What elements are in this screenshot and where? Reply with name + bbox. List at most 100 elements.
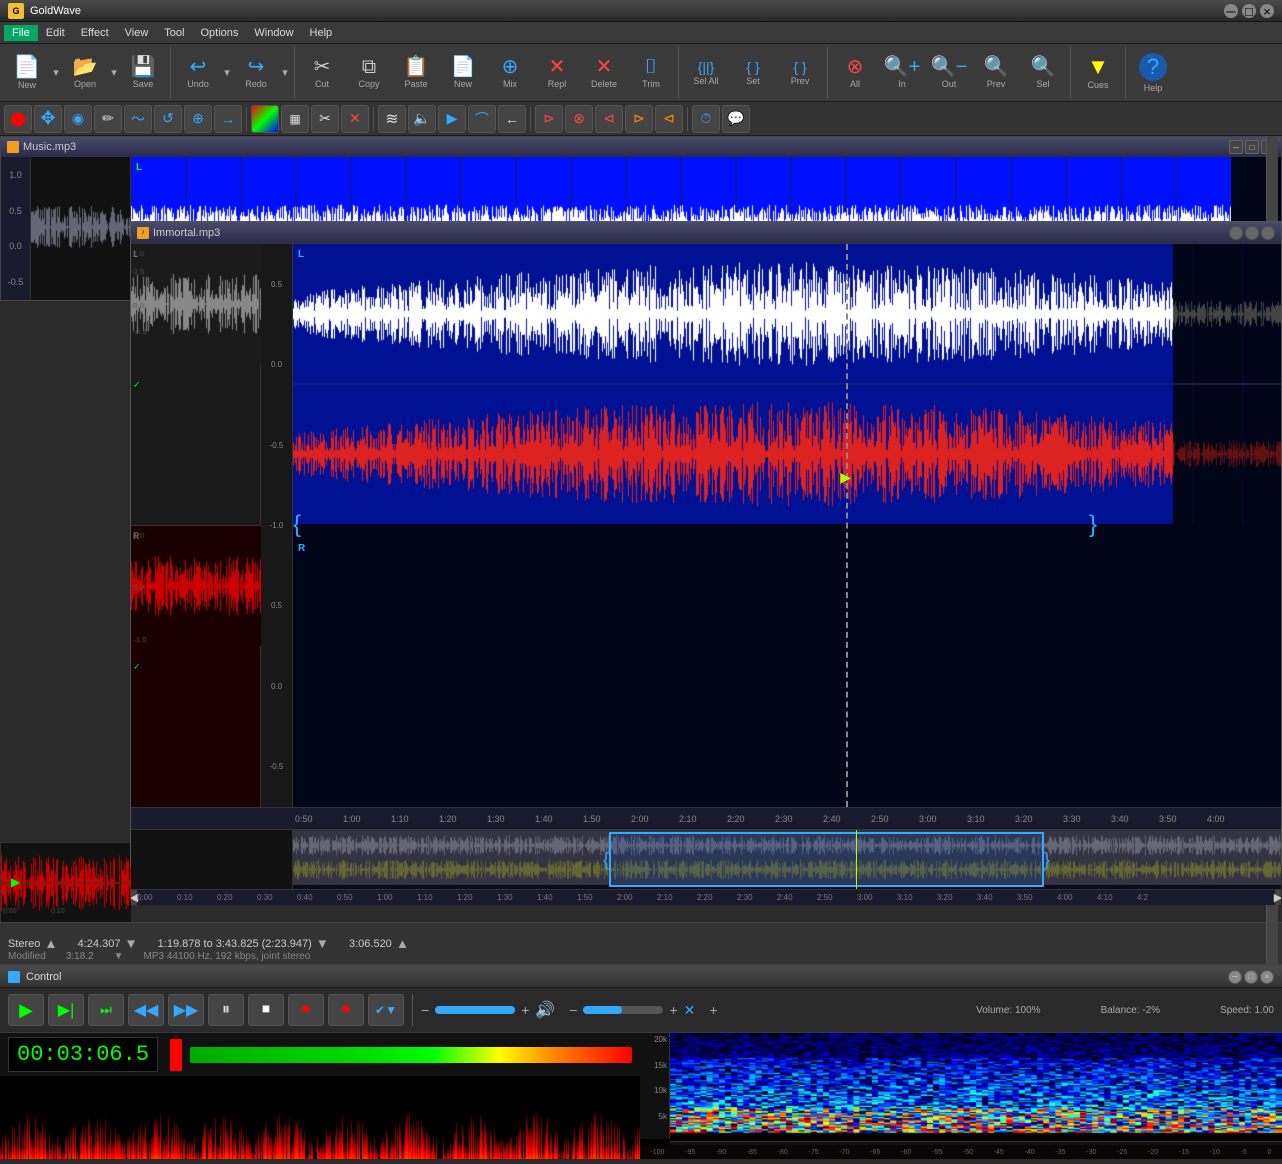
immortal-maximize[interactable] <box>1245 226 1259 240</box>
status-selection-dropdown[interactable]: ▼ <box>316 936 329 951</box>
chat-btn[interactable]: 💬 <box>722 105 750 133</box>
overview-scroll-right[interactable]: ▶ <box>1275 890 1281 905</box>
bal-minus-btn[interactable]: − <box>569 1002 577 1018</box>
main-toolbar: 📄 New ▾ 📂 Open ▾ 💾 Save ↩ Undo ▾ ↪ Redo … <box>0 44 1282 102</box>
pause-button[interactable]: ⏸ <box>208 994 244 1026</box>
play-button[interactable]: ▶ <box>8 994 44 1026</box>
menu-effect[interactable]: Effect <box>73 25 117 41</box>
menu-view[interactable]: View <box>117 25 157 41</box>
zoom2-tool[interactable]: ⊕ <box>184 105 212 133</box>
save-button[interactable]: 💾 Save <box>120 47 166 99</box>
red-no[interactable]: ⊗ <box>565 105 593 133</box>
trim-button[interactable]: ⌷ Trim <box>628 47 674 99</box>
speed-plus-btn[interactable]: + <box>709 1002 717 1018</box>
music-maximize[interactable]: □ <box>1245 140 1259 154</box>
balance-slider[interactable] <box>583 1006 663 1014</box>
record-button[interactable]: ⏺ <box>288 994 324 1026</box>
help-label: Help <box>1144 83 1163 93</box>
minimize-button[interactable]: ─ <box>1224 4 1238 18</box>
zoom-sel-button[interactable]: 🔍 Sel <box>1020 47 1066 99</box>
vol-marker[interactable]: ▶ <box>438 105 466 133</box>
control-close[interactable]: × <box>1260 970 1274 984</box>
orange-mark2[interactable]: ⊲ <box>655 105 683 133</box>
undo-dropdown[interactable]: ▾ <box>222 47 232 99</box>
zoom-in-button[interactable]: 🔍+ In <box>879 47 925 99</box>
replace-button[interactable]: ✕ Repl <box>534 47 580 99</box>
wave-tool[interactable]: 〜 <box>124 105 152 133</box>
immortal-sel-left[interactable]: { <box>293 328 305 722</box>
help-button[interactable]: ? Help <box>1130 47 1176 99</box>
undo2-tool[interactable]: ↺ <box>154 105 182 133</box>
play-next-button[interactable]: ▶| <box>48 994 84 1026</box>
fast-forward-button[interactable]: ▶▶ <box>168 994 204 1026</box>
new2-button[interactable]: 📄 New <box>440 47 486 99</box>
color-palette[interactable] <box>251 105 279 133</box>
new-button[interactable]: 📄 New <box>4 47 50 99</box>
cues-button[interactable]: ▼ Cues <box>1075 47 1121 99</box>
redo-button[interactable]: ↪ Redo <box>233 47 279 99</box>
vol-minus-btn[interactable]: − <box>421 1002 429 1018</box>
redo-dropdown[interactable]: ▾ <box>280 47 290 99</box>
music-scale-left: 1.0 0.5 0.0 -0.5 <box>1 157 31 300</box>
clock-btn[interactable]: ⏱ <box>692 105 720 133</box>
play-skip-button[interactable]: ⏭ <box>88 994 124 1026</box>
menu-options[interactable]: Options <box>192 25 246 41</box>
mix-button[interactable]: ⊕ Mix <box>487 47 533 99</box>
vol-down[interactable]: 🔈 <box>408 105 436 133</box>
immortal-close[interactable] <box>1261 226 1275 240</box>
zoom-prev-button[interactable]: 🔍 Prev <box>973 47 1019 99</box>
orange-mark1[interactable]: ⊳ <box>625 105 653 133</box>
menu-edit[interactable]: Edit <box>38 25 73 41</box>
prev-sel-icon: { } <box>793 60 806 74</box>
copy-button[interactable]: ⧉ Copy <box>346 47 392 99</box>
move-tool[interactable]: ✥ <box>34 105 62 133</box>
prev-sel-button[interactable]: { } Prev <box>777 47 823 99</box>
undo-button[interactable]: ↩ Undo <box>175 47 221 99</box>
balance-x-btn[interactable]: ✕ <box>684 1002 696 1019</box>
vol-plus-btn[interactable]: + <box>521 1002 529 1018</box>
select-circle[interactable]: ◉ <box>64 105 92 133</box>
set-button[interactable]: { } Set <box>730 47 776 99</box>
selall-button[interactable]: {||} Sel All <box>683 47 729 99</box>
pencil-tool[interactable]: ✏ <box>94 105 122 133</box>
cut-button[interactable]: ✂ Cut <box>299 47 345 99</box>
open-button[interactable]: 📂 Open <box>62 47 108 99</box>
control-minimize[interactable]: ─ <box>1228 970 1242 984</box>
toolbar2-sep1 <box>246 107 247 131</box>
stop-red-button[interactable]: ⬤ <box>4 105 32 133</box>
immortal-minimize[interactable] <box>1229 226 1243 240</box>
status-duration-dropdown[interactable]: ▼ <box>124 936 137 951</box>
scissors2-tool[interactable]: ✂ <box>311 105 339 133</box>
delete-button[interactable]: ✕ Delete <box>581 47 627 99</box>
bal-plus-btn[interactable]: + <box>669 1002 677 1018</box>
music-minimize[interactable]: ─ <box>1229 140 1243 154</box>
menu-help[interactable]: Help <box>302 25 341 41</box>
immortal-sel-right[interactable]: } <box>1089 328 1101 722</box>
arrow-right-tool[interactable]: → <box>214 105 242 133</box>
all-button[interactable]: ⊗ All <box>832 47 878 99</box>
open-dropdown[interactable]: ▾ <box>109 47 119 99</box>
menu-window[interactable]: Window <box>246 25 301 41</box>
menu-file[interactable]: File <box>4 25 38 41</box>
red-mark1[interactable]: ⊳ <box>535 105 563 133</box>
stop-button[interactable]: ⏹ <box>248 994 284 1026</box>
maximize-button[interactable]: □ <box>1242 4 1256 18</box>
volume-slider[interactable] <box>435 1006 515 1014</box>
menu-tool[interactable]: Tool <box>156 25 192 41</box>
status-stereo-dropdown[interactable]: ▲ <box>44 936 57 951</box>
status-position-dropdown[interactable]: ▲ <box>396 936 409 951</box>
paste-button[interactable]: 📋 Paste <box>393 47 439 99</box>
arrow-left2[interactable]: ← <box>498 105 526 133</box>
grid-tool[interactable]: ▦ <box>281 105 309 133</box>
monitor-button[interactable]: ✔▼ <box>368 994 404 1026</box>
record2-button[interactable]: ⏺ <box>328 994 364 1026</box>
rewind-button[interactable]: ◀◀ <box>128 994 164 1026</box>
x-tool[interactable]: ✕ <box>341 105 369 133</box>
close-button[interactable]: × <box>1260 4 1274 18</box>
zoom-out-button[interactable]: 🔍− Out <box>926 47 972 99</box>
red-mark2[interactable]: ⊲ <box>595 105 623 133</box>
new-dropdown[interactable]: ▾ <box>51 47 61 99</box>
control-maximize[interactable]: □ <box>1244 970 1258 984</box>
effects-wave[interactable]: ≋ <box>378 105 406 133</box>
envelope-tool[interactable]: ⌒ <box>468 105 496 133</box>
